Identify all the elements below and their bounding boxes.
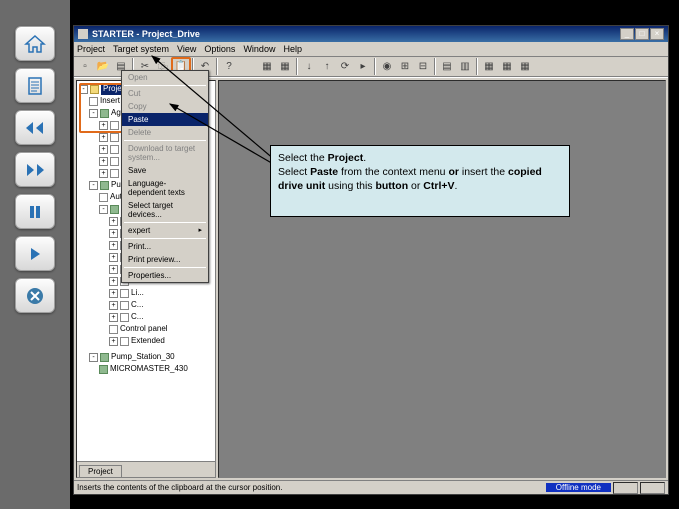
pause-button[interactable] xyxy=(15,194,55,229)
ctx-print[interactable]: Print... xyxy=(122,240,208,253)
tree-micromaster[interactable]: MICROMASTER_430 xyxy=(79,363,213,375)
ctx-cut: Cut xyxy=(122,87,208,100)
close-button[interactable] xyxy=(15,278,55,313)
ctx-paste[interactable]: Paste xyxy=(122,113,208,126)
ctx-expert[interactable]: expert xyxy=(122,224,208,237)
tb-f-icon[interactable]: ⊞ xyxy=(396,58,414,75)
ctx-printprev[interactable]: Print preview... xyxy=(122,253,208,266)
tb-j-icon[interactable]: ▦ xyxy=(480,58,498,75)
ctx-copy: Copy xyxy=(122,100,208,113)
ctx-download: Download to target system... xyxy=(122,142,208,164)
help-control-strip xyxy=(0,0,70,509)
menu-view[interactable]: View xyxy=(177,44,196,54)
ctx-langtexts[interactable]: Language-dependent texts xyxy=(122,177,208,199)
tree-d9[interactable]: +C... xyxy=(79,311,213,323)
instruction-callout: Select the Project. Select Paste from th… xyxy=(270,145,570,217)
tb-a-icon[interactable]: ↓ xyxy=(300,58,318,75)
menu-target[interactable]: Target system xyxy=(113,44,169,54)
statusbar: Inserts the contents of the clipboard at… xyxy=(74,480,668,494)
tb-c-icon[interactable]: ⟳ xyxy=(336,58,354,75)
tb-new-icon[interactable]: ▫ xyxy=(76,58,94,75)
menubar: Project Target system View Options Windo… xyxy=(74,42,668,57)
tree-pump30b[interactable]: -Pump_Station_30 xyxy=(79,351,213,363)
home-button[interactable] xyxy=(15,26,55,61)
back-button[interactable] xyxy=(15,110,55,145)
tb-open-icon[interactable]: 📂 xyxy=(94,58,112,75)
tb-k-icon[interactable]: ▦ xyxy=(498,58,516,75)
ctx-props[interactable]: Properties... xyxy=(122,269,208,282)
tb-h-icon[interactable]: ▤ xyxy=(438,58,456,75)
window-title: STARTER - Project_Drive xyxy=(92,29,620,39)
window-close-button[interactable]: × xyxy=(650,28,664,40)
menu-window[interactable]: Window xyxy=(243,44,275,54)
tb-help-icon[interactable]: ? xyxy=(220,58,238,75)
tree-cpanel[interactable]: Control panel xyxy=(79,323,213,335)
document-button[interactable] xyxy=(15,68,55,103)
work-canvas xyxy=(218,80,666,478)
tb-d-icon[interactable]: ▸ xyxy=(354,58,372,75)
menu-options[interactable]: Options xyxy=(204,44,235,54)
tb-l-icon[interactable]: ▦ xyxy=(516,58,534,75)
app-icon xyxy=(78,29,88,39)
minimize-button[interactable]: _ xyxy=(620,28,634,40)
ctx-delete: Delete xyxy=(122,126,208,139)
tb-grid2-icon[interactable]: ▦ xyxy=(276,58,294,75)
ctx-seltarget[interactable]: Select target devices... xyxy=(122,199,208,221)
tb-i-icon[interactable]: ▥ xyxy=(456,58,474,75)
status-cell-1 xyxy=(613,482,638,494)
menu-project[interactable]: Project xyxy=(77,44,105,54)
tb-g-icon[interactable]: ⊟ xyxy=(414,58,432,75)
tree-d7[interactable]: +Li... xyxy=(79,287,213,299)
menu-help[interactable]: Help xyxy=(283,44,302,54)
tb-grid1-icon[interactable]: ▦ xyxy=(258,58,276,75)
play-button[interactable] xyxy=(15,236,55,271)
tree-d8[interactable]: +C... xyxy=(79,299,213,311)
ctx-save[interactable]: Save xyxy=(122,164,208,177)
tab-project[interactable]: Project xyxy=(79,465,122,477)
tree-tabs: Project xyxy=(77,461,215,477)
context-menu: Open Cut Copy Paste Delete Download to t… xyxy=(121,70,209,283)
forward-button[interactable] xyxy=(15,152,55,187)
status-hint: Inserts the contents of the clipboard at… xyxy=(77,483,282,492)
ctx-open: Open xyxy=(122,71,208,84)
status-offline: Offline mode xyxy=(546,483,611,492)
tb-e-icon[interactable]: ◉ xyxy=(378,58,396,75)
titlebar: STARTER - Project_Drive _ □ × xyxy=(74,26,668,42)
status-cell-2 xyxy=(640,482,665,494)
tb-b-icon[interactable]: ↑ xyxy=(318,58,336,75)
tree-ext[interactable]: +Extended xyxy=(79,335,213,347)
maximize-button[interactable]: □ xyxy=(635,28,649,40)
